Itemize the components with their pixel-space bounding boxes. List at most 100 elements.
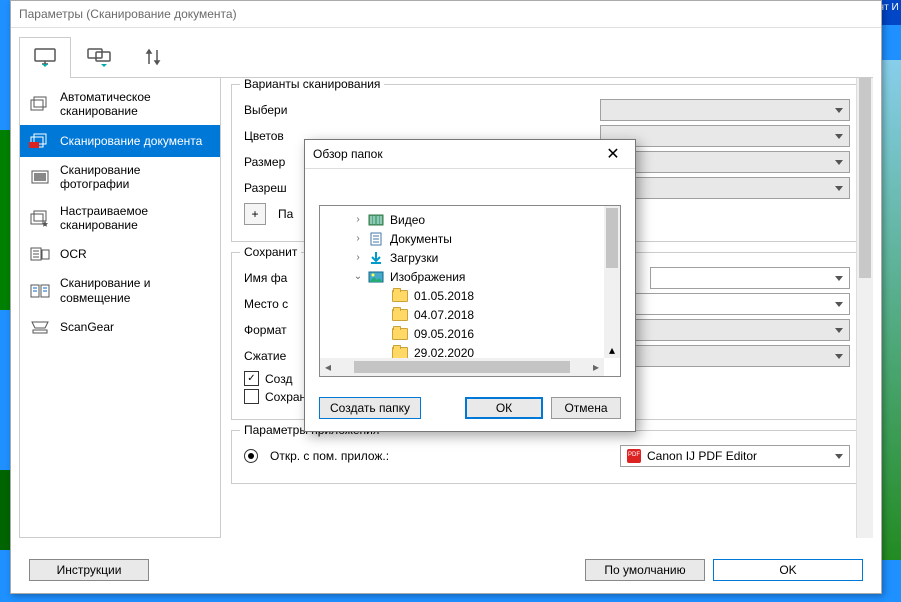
monitor-up-icon	[32, 47, 58, 69]
label-select: Выбери	[244, 103, 374, 117]
combo-color[interactable]	[600, 125, 850, 147]
tree-hscroll[interactable]: ◂ ▸	[320, 358, 604, 376]
expand-icon[interactable]: ›	[352, 252, 364, 263]
expand-icon[interactable]: ›	[352, 214, 364, 225]
tree-item-label: 01.05.2018	[412, 289, 474, 303]
radio-label: Откр. с пом. прилож.:	[270, 449, 389, 463]
ok-button[interactable]: OK	[713, 559, 863, 581]
window-title: Параметры (Сканирование документа)	[11, 1, 881, 28]
tree-item-label: Загрузки	[388, 251, 438, 265]
sidebar-item-stitch[interactable]: Сканирование и совмещение	[20, 270, 220, 311]
photo-icon	[28, 167, 52, 187]
defaults-button[interactable]: По умолчанию	[585, 559, 705, 581]
combo-format[interactable]	[600, 319, 850, 341]
group-app: Параметры приложения Откр. с пом. прилож…	[231, 430, 863, 484]
tab-to-pc[interactable]	[73, 36, 125, 77]
tree-item[interactable]: › Документы	[320, 229, 620, 248]
sidebar-item-label: ScanGear	[60, 320, 114, 334]
combo-location[interactable]	[600, 293, 850, 315]
dialog-footer: Создать папку ОК Отмена	[305, 387, 635, 431]
stitch-icon	[28, 281, 52, 301]
checkbox-label: Созд	[265, 372, 292, 386]
tree-item-label: Изображения	[388, 270, 465, 284]
main-scrollbar[interactable]	[856, 78, 873, 538]
dialog-title: Обзор папок	[313, 147, 383, 161]
folder-icon	[392, 289, 408, 303]
expand-button[interactable]: +	[244, 203, 266, 225]
sidebar-item-label: Сканирование документа	[60, 134, 202, 148]
tree-item-label: 09.05.2016	[412, 327, 474, 341]
combo-compression[interactable]	[600, 345, 850, 367]
browse-folders-dialog: Обзор папок ✕ › Видео › Документы › Загрузки ⌄…	[304, 139, 636, 432]
combo-select[interactable]	[600, 99, 850, 121]
combo-application[interactable]: Canon IJ PDF Editor	[620, 445, 850, 467]
sidebar-item-label: Сканирование и совмещение	[60, 276, 212, 305]
top-tabs	[19, 36, 873, 78]
group-title: Сохранит	[240, 245, 301, 259]
sidebar: Автоматическое сканирование Сканирование…	[19, 78, 221, 538]
collapse-icon[interactable]: ⌄	[352, 271, 364, 282]
video-icon	[368, 213, 384, 227]
stack-star-icon	[28, 208, 52, 228]
group-title: Варианты сканирования	[240, 78, 384, 91]
scrollbar-thumb[interactable]	[859, 78, 871, 278]
dialog-cancel-button[interactable]: Отмена	[551, 397, 621, 419]
sidebar-item-custom[interactable]: Настраиваемое сканирование	[20, 198, 220, 239]
footer: Инструкции По умолчанию OK	[21, 553, 871, 587]
bg-stripe	[0, 130, 10, 310]
sidebar-item-label: Автоматическое сканирование	[60, 90, 212, 119]
sidebar-item-ocr[interactable]: OCR	[20, 238, 220, 270]
instructions-button[interactable]: Инструкции	[29, 559, 149, 581]
combo-size[interactable]	[600, 151, 850, 173]
tree-item[interactable]: ⌄ Изображения	[320, 267, 620, 286]
folder-icon	[392, 308, 408, 322]
combo-filename[interactable]	[650, 267, 850, 289]
monitors-down-icon	[86, 46, 112, 68]
folder-tree[interactable]: › Видео › Документы › Загрузки ⌄ Изображения 01.…	[319, 205, 621, 377]
tools-icon	[140, 46, 166, 68]
scroll-up-icon[interactable]: ▴	[604, 342, 620, 358]
tree-item[interactable]: 04.07.2018	[320, 305, 620, 324]
settings-window: Параметры (Сканирование документа) Автом…	[10, 0, 882, 594]
tree-item-label: Документы	[388, 232, 452, 246]
scroll-right-icon[interactable]: ▸	[588, 360, 604, 374]
sidebar-item-label: Настраиваемое сканирование	[60, 204, 212, 233]
scanner-icon	[28, 317, 52, 337]
sidebar-item-document[interactable]: Сканирование документа	[20, 125, 220, 157]
folder-icon	[392, 327, 408, 341]
tree-item[interactable]: 01.05.2018	[320, 286, 620, 305]
sidebar-item-scangear[interactable]: ScanGear	[20, 311, 220, 343]
bg-stripe2	[0, 470, 10, 550]
expand-icon[interactable]: ›	[352, 233, 364, 244]
sidebar-item-label: Сканирование фотографии	[60, 163, 212, 192]
stack-icon	[28, 94, 52, 114]
tree-item-label: 04.07.2018	[412, 308, 474, 322]
tab-from-pc[interactable]	[19, 37, 71, 78]
sidebar-item-photo[interactable]: Сканирование фотографии	[20, 157, 220, 198]
create-folder-button[interactable]: Создать папку	[319, 397, 421, 419]
tree-vscroll[interactable]: ▴	[604, 206, 620, 358]
combo-app-value: Canon IJ PDF Editor	[647, 449, 757, 463]
check-icon: ✓	[244, 371, 259, 386]
sidebar-item-label: OCR	[60, 247, 87, 261]
tree-item[interactable]: › Загрузки	[320, 248, 620, 267]
pdf-stack-icon	[28, 131, 52, 151]
dialog-titlebar: Обзор папок ✕	[305, 140, 635, 169]
radio-open-with[interactable]	[244, 449, 258, 463]
pdf-icon	[627, 449, 641, 463]
tree-item[interactable]: 09.05.2016	[320, 324, 620, 343]
scrollbar-thumb[interactable]	[606, 208, 618, 268]
tree-item[interactable]: › Видео	[320, 210, 620, 229]
scroll-left-icon[interactable]: ◂	[320, 360, 336, 374]
close-button[interactable]: ✕	[599, 144, 627, 164]
ocr-icon	[28, 244, 52, 264]
tree-item-label: Видео	[388, 213, 425, 227]
down-icon	[368, 251, 384, 265]
scrollbar-thumb[interactable]	[354, 361, 570, 373]
combo-resolution[interactable]	[600, 177, 850, 199]
check-icon	[244, 389, 259, 404]
pic-icon	[368, 270, 384, 284]
tab-tools[interactable]	[127, 36, 179, 77]
dialog-ok-button[interactable]: ОК	[465, 397, 543, 419]
sidebar-item-auto[interactable]: Автоматическое сканирование	[20, 84, 220, 125]
